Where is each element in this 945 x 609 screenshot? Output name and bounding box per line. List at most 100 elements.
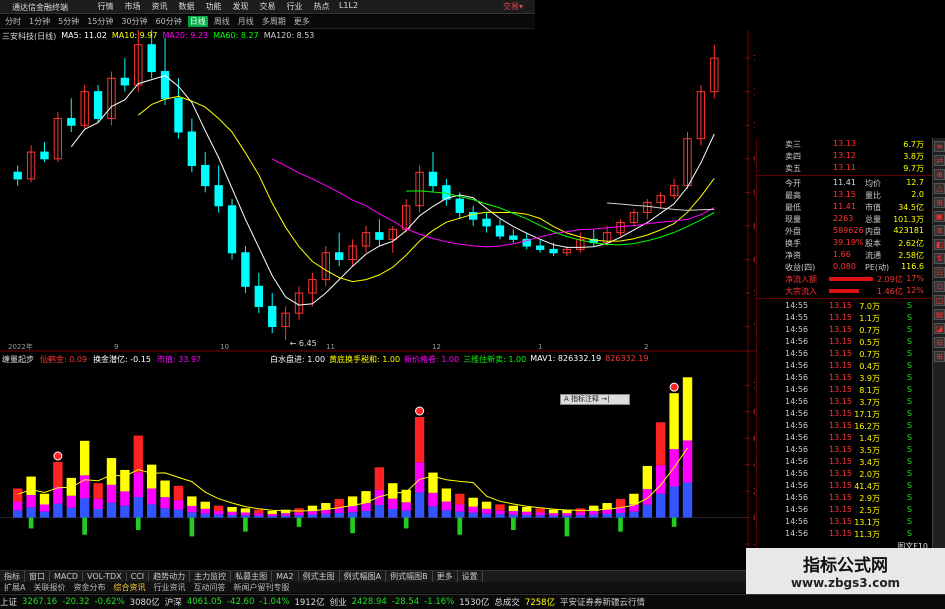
info-tab[interactable]: 扩展A [0, 582, 29, 593]
side-tool-icon[interactable]: ◪ [934, 323, 945, 334]
volume-bar [160, 508, 170, 518]
indicator-tab[interactable]: CCI [127, 572, 150, 581]
volume-bar [508, 505, 519, 512]
trade-menu-button[interactable]: 交易▾ [503, 1, 523, 12]
menu-item[interactable]: 发现 [227, 1, 254, 12]
indicator-tab[interactable]: 例式幅图A [340, 571, 387, 582]
index-change: -20.32 [62, 597, 90, 607]
volume-bar [334, 499, 344, 508]
side-tool-icon[interactable]: ⊕ [934, 169, 945, 180]
info-tab[interactable]: 资金分布 [69, 582, 109, 593]
side-tool-icon[interactable]: ◧ [934, 239, 945, 250]
period-tab[interactable]: 更多 [292, 16, 312, 27]
side-tool-icon[interactable]: ☷ [934, 267, 945, 278]
index-label[interactable]: 上证 [0, 596, 17, 608]
indicator-tab[interactable]: 窗口 [25, 571, 50, 582]
menu-item[interactable]: 市场 [119, 1, 146, 12]
period-tab[interactable]: 1分钟 [27, 16, 52, 27]
menu-item[interactable]: 功能 [200, 1, 227, 12]
side-tool-icon[interactable]: ≣ [934, 225, 945, 236]
candlestick-chart[interactable]: 11.00 10.50 10.00 9.50 9.00 8.50 8.00 7.50 7.00 ←… [0, 30, 755, 352]
indicator-tab[interactable]: 更多 [433, 571, 458, 582]
side-tool-icon[interactable]: ≡ [934, 141, 945, 152]
signal-marker [669, 382, 679, 392]
candle-down [254, 285, 264, 307]
indicator-tab[interactable]: 例式幅图B [386, 571, 433, 582]
tick-volume: 11.3万 [854, 530, 880, 539]
period-tab[interactable]: 周线 [212, 16, 232, 27]
index-label[interactable]: 创业 [330, 596, 347, 608]
volume-bar [13, 501, 23, 511]
ma-legend-item: MA5: 11.02 [61, 31, 107, 40]
tick-price: 13.15 [829, 481, 852, 490]
period-tab[interactable]: 分时 [3, 16, 23, 27]
period-tab[interactable]: 日线 [187, 16, 208, 27]
panel-separator [757, 175, 932, 176]
menu-item[interactable]: 行业 [281, 1, 308, 12]
side-tool-icon[interactable]: ◫ [934, 295, 945, 306]
date-label: 11 [326, 343, 335, 351]
candle-down [93, 91, 103, 120]
period-tab[interactable]: 多周期 [260, 16, 288, 27]
tick-side: S [906, 337, 912, 346]
side-tool-icon[interactable]: ⇄ [934, 155, 945, 166]
indicator-tab[interactable]: 设置 [458, 571, 483, 582]
menu-item[interactable]: L1L2 [335, 1, 362, 12]
stat-value: 1.66 [833, 250, 851, 259]
date-label: 9 [114, 343, 118, 351]
indicator-popup[interactable]: A 指标注释 →| [560, 394, 630, 405]
period-tab[interactable]: 60分钟 [154, 16, 184, 27]
volume-bar [361, 503, 371, 511]
indicator-tab[interactable]: 趋势动力 [149, 571, 191, 582]
stat-value: 116.6 [901, 262, 924, 271]
menu-item[interactable]: 热点 [308, 1, 335, 12]
info-tab[interactable]: 新闻户留刊专服 [229, 582, 293, 593]
volume-bar [522, 507, 532, 512]
side-tool-icon[interactable]: ⊞ [934, 197, 945, 208]
volume-bar [428, 506, 438, 518]
volume-bar [414, 462, 425, 493]
menu-item[interactable]: 资讯 [146, 1, 173, 12]
side-tool-icon[interactable]: ⊡ [934, 281, 945, 292]
ask-price: 13.13 [833, 139, 856, 148]
menu-item[interactable]: 交易 [254, 1, 281, 12]
indicator-tab[interactable]: MACD [50, 572, 83, 581]
indicator-tab[interactable]: MA2 [272, 572, 299, 581]
info-tab[interactable]: 行业资讯 [149, 582, 189, 593]
index-label[interactable]: 沪深 [165, 596, 182, 608]
period-tab[interactable]: 5分钟 [56, 16, 81, 27]
volume-bar [535, 512, 545, 516]
side-tool-icon[interactable]: ▣ [934, 211, 945, 222]
info-tab[interactable]: 互动问答 [189, 582, 229, 593]
indicator-tab[interactable]: 私募主图 [231, 571, 273, 582]
tick-price: 13.15 [829, 469, 852, 478]
volume-bar [254, 515, 264, 518]
side-tool-icon[interactable]: ⇅ [934, 253, 945, 264]
indicator-tab[interactable]: 例式主图 [299, 571, 340, 582]
menu-item[interactable]: 数据 [173, 1, 200, 12]
tick-time: 14:56 [785, 445, 809, 454]
info-tab[interactable]: 综合资讯 [109, 582, 149, 593]
price-tick-label: 9.00 [753, 188, 755, 197]
indicator-tab[interactable]: 指标 [0, 571, 25, 582]
side-tool-icon[interactable]: △ [934, 183, 945, 194]
period-tab[interactable]: 15分钟 [85, 16, 115, 27]
period-tab[interactable]: 30分钟 [119, 16, 149, 27]
menu-item[interactable]: 行情 [92, 1, 119, 12]
quote-stat-row: 今开 11.41 均价 12.7 [757, 177, 932, 189]
side-tool-icon[interactable]: ▤ [934, 309, 945, 320]
volume-indicator-chart[interactable]: 1000080006000400020000-2000 [0, 352, 755, 562]
volume-bar [307, 511, 318, 515]
volume-bar [106, 458, 117, 485]
info-tab[interactable]: 关联报价 [29, 582, 69, 593]
volume-negative-bar [457, 517, 463, 535]
tick-volume: 41.4万 [854, 482, 880, 491]
side-tool-icon[interactable]: ⊞ [934, 351, 945, 362]
indicator-tab[interactable]: VOL-TDX [83, 572, 127, 581]
indicator-tab[interactable]: 主力监控 [190, 571, 232, 582]
side-tool-icon[interactable]: ⊟ [934, 337, 945, 348]
volume-negative-bar [135, 517, 141, 531]
volume-bar [227, 507, 237, 512]
period-tab[interactable]: 月线 [236, 16, 256, 27]
volume-bar [428, 492, 438, 507]
